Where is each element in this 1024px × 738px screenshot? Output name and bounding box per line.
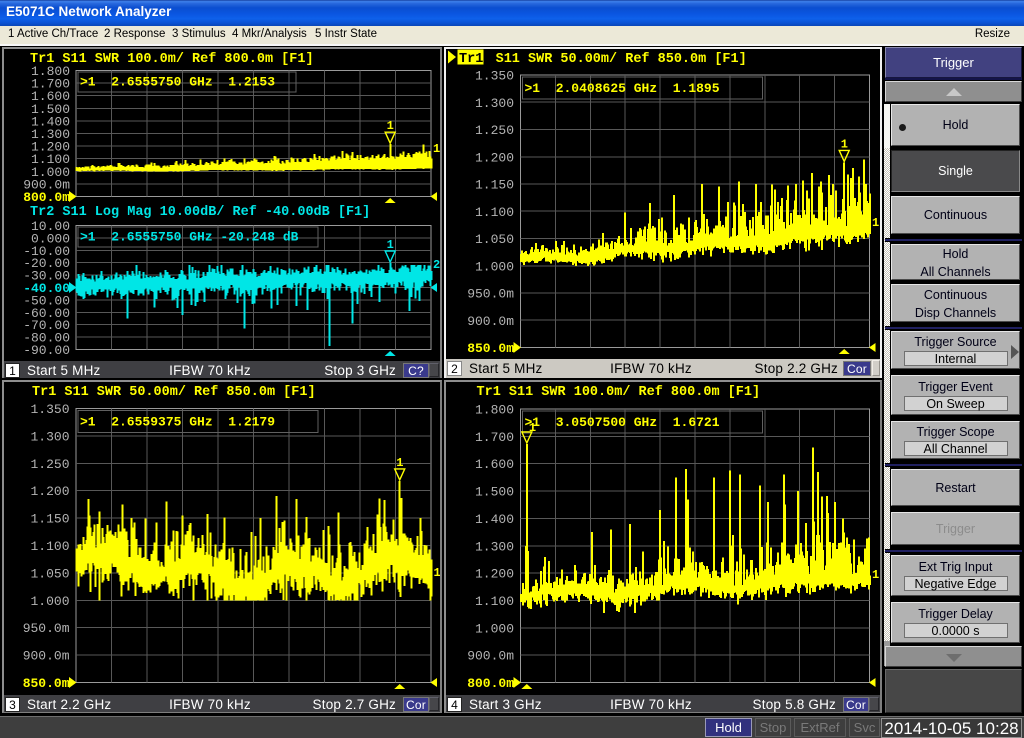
svg-text:1.050: 1.050 — [30, 566, 69, 581]
svg-text:1: 1 — [872, 216, 879, 230]
svg-text:1: 1 — [433, 142, 440, 156]
svg-text:1: 1 — [387, 119, 394, 133]
svg-text:>1 2.6559375 GHz 1.2179: >1 2.6559375 GHz 1.2179 — [80, 415, 275, 430]
svg-text:S11 SWR 50.00m/ Ref 850.0m [F1: S11 SWR 50.00m/ Ref 850.0m [F1] — [496, 52, 747, 67]
svg-text:>1 3.0507500 GHz 1.6721: >1 3.0507500 GHz 1.6721 — [525, 415, 720, 430]
svg-text:900.0m: 900.0m — [467, 314, 514, 329]
svg-text:1: 1 — [387, 238, 394, 252]
svg-text:>1 2.0408625 GHz 1.1895: >1 2.0408625 GHz 1.1895 — [525, 81, 720, 96]
svg-text:1.250: 1.250 — [475, 123, 514, 138]
svg-text:1: 1 — [396, 456, 403, 470]
svg-text:1.150: 1.150 — [475, 178, 514, 193]
svg-text:Tr1: Tr1 — [459, 52, 483, 67]
svg-text:1.500: 1.500 — [475, 485, 514, 500]
svg-text:Tr1 S11 SWR 50.00m/ Ref 850.0m: Tr1 S11 SWR 50.00m/ Ref 850.0m [F1] — [32, 385, 316, 400]
svg-text:800.0m: 800.0m — [23, 190, 70, 205]
svg-text:Tr1 S11 SWR 100.0m/ Ref 800.0m: Tr1 S11 SWR 100.0m/ Ref 800.0m [F1] — [30, 52, 314, 67]
svg-text:1.300: 1.300 — [30, 429, 69, 444]
svg-text:850.0m: 850.0m — [467, 341, 514, 356]
svg-text:1.300: 1.300 — [475, 539, 514, 554]
svg-text:Tr1 S11 SWR 100.0m/ Ref 800.0m: Tr1 S11 SWR 100.0m/ Ref 800.0m [F1] — [477, 385, 761, 400]
svg-text:900.0m: 900.0m — [467, 649, 514, 664]
svg-text:1: 1 — [434, 566, 441, 580]
svg-text:1.100: 1.100 — [475, 594, 514, 609]
svg-text:Tr2 S11 Log Mag 10.00dB/ Ref -: Tr2 S11 Log Mag 10.00dB/ Ref -40.00dB [F… — [30, 205, 370, 220]
svg-text:900.0m: 900.0m — [23, 649, 70, 664]
svg-text:1.000: 1.000 — [30, 594, 69, 609]
svg-text:1.000: 1.000 — [475, 259, 514, 274]
svg-text:1.000: 1.000 — [475, 621, 514, 636]
svg-text:1.150: 1.150 — [30, 512, 69, 527]
svg-text:1: 1 — [872, 568, 879, 582]
svg-text:950.0m: 950.0m — [23, 621, 70, 636]
svg-text:1.800: 1.800 — [475, 403, 514, 418]
svg-text:-90.00: -90.00 — [23, 343, 70, 358]
svg-text:1.200: 1.200 — [475, 567, 514, 582]
svg-text:800.0m: 800.0m — [467, 676, 514, 691]
svg-text:1: 1 — [841, 137, 848, 151]
svg-text:1.350: 1.350 — [30, 402, 69, 417]
svg-text:1.350: 1.350 — [475, 69, 514, 84]
svg-text:850.0m: 850.0m — [23, 676, 70, 691]
svg-text:1.300: 1.300 — [475, 96, 514, 111]
svg-text:1.050: 1.050 — [475, 232, 514, 247]
svg-text:1: 1 — [529, 421, 536, 435]
svg-text:>1 2.6555750 GHz 1.2153: >1 2.6555750 GHz 1.2153 — [80, 75, 275, 90]
svg-text:950.0m: 950.0m — [467, 287, 514, 302]
svg-text:1.400: 1.400 — [475, 512, 514, 527]
svg-text:1.100: 1.100 — [475, 205, 514, 220]
svg-text:1.200: 1.200 — [475, 150, 514, 165]
svg-text:1.100: 1.100 — [30, 539, 69, 554]
svg-text:1.200: 1.200 — [30, 484, 69, 499]
svg-text:1.250: 1.250 — [30, 457, 69, 472]
svg-text:1.700: 1.700 — [475, 430, 514, 445]
svg-text:>1 2.6555750 GHz -20.248 dB: >1 2.6555750 GHz -20.248 dB — [80, 230, 299, 245]
svg-text:2: 2 — [433, 258, 440, 272]
svg-text:1.600: 1.600 — [475, 457, 514, 472]
